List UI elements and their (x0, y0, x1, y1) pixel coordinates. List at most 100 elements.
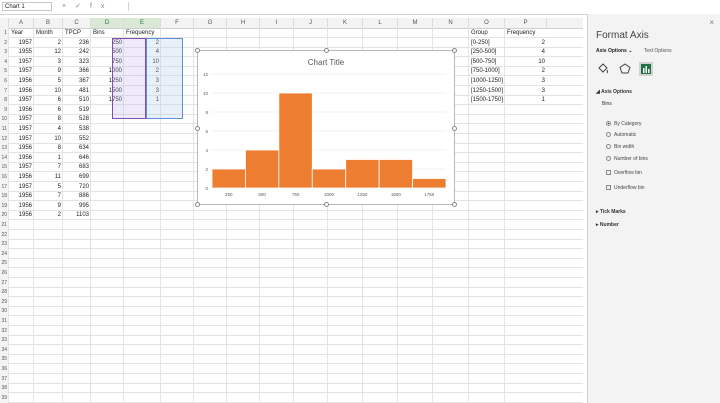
select-all-corner[interactable] (0, 18, 9, 28)
axis-options-icon[interactable] (639, 62, 654, 76)
group-frequency-cell[interactable]: 1 (505, 95, 547, 105)
histogram-bar[interactable] (378, 159, 413, 189)
data-cell[interactable]: 1956 (9, 201, 34, 211)
data-cell[interactable]: 1103 (63, 210, 91, 220)
data-cell[interactable]: 5 (34, 76, 63, 86)
header-cell[interactable]: Frequency (505, 28, 547, 38)
data-cell[interactable]: 5 (34, 182, 63, 192)
data-cell[interactable]: 7 (34, 162, 63, 172)
column-header-j[interactable]: J (294, 18, 328, 28)
data-cell[interactable]: 8 (34, 114, 63, 124)
section-axis-options[interactable]: ◢ Axis Options (596, 89, 632, 95)
resize-handle-bottom-right[interactable] (452, 202, 457, 207)
resize-handle-right[interactable] (452, 126, 457, 131)
resize-handle-bottom[interactable] (324, 202, 329, 207)
header-cell[interactable]: Year (9, 28, 34, 38)
data-cell[interactable]: 1956 (9, 210, 34, 220)
column-header-h[interactable]: H (227, 18, 260, 28)
data-cell[interactable]: 1956 (9, 172, 34, 182)
data-cell[interactable]: 367 (63, 76, 91, 86)
column-header-f[interactable]: F (161, 18, 194, 28)
data-cell[interactable]: 646 (63, 153, 91, 163)
data-cell[interactable]: 12 (34, 47, 63, 57)
data-cell[interactable]: 1957 (9, 95, 34, 105)
data-cell[interactable]: 634 (63, 143, 91, 153)
data-cell[interactable]: 242 (63, 47, 91, 57)
close-icon[interactable]: × (709, 18, 714, 27)
resize-handle-top-right[interactable] (452, 48, 457, 53)
data-cell[interactable]: 886 (63, 191, 91, 201)
tab-axis-options[interactable]: Axis Options ⌄ (596, 48, 632, 54)
column-header-a[interactable]: A (9, 18, 34, 28)
data-cell[interactable]: 1957 (9, 38, 34, 48)
group-cell[interactable]: [0-250] (469, 38, 505, 48)
column-header-o[interactable]: O (469, 18, 505, 28)
column-header-n[interactable]: N (433, 18, 469, 28)
header-cell[interactable]: Group (469, 28, 505, 38)
data-cell[interactable]: 528 (63, 114, 91, 124)
group-cell[interactable]: [500-750] (469, 57, 505, 67)
radio-automatic[interactable]: Automatic (606, 132, 636, 138)
column-header-l[interactable]: L (363, 18, 398, 28)
data-cell[interactable]: 519 (63, 105, 91, 115)
histogram-bar[interactable] (311, 168, 347, 189)
radio-number-of-bins[interactable]: Number of bins (606, 156, 648, 162)
column-header-k[interactable]: K (328, 18, 363, 28)
data-cell[interactable]: 8 (34, 143, 63, 153)
data-cell[interactable]: 10 (34, 134, 63, 144)
data-cell[interactable]: 1957 (9, 182, 34, 192)
group-frequency-cell[interactable]: 2 (505, 38, 547, 48)
histogram-chart[interactable]: Chart Title 0 2 4 6 8 10 12 250 500 750 1000 1250 1… (195, 48, 457, 207)
fill-line-icon[interactable] (596, 62, 610, 76)
data-cell[interactable]: 1957 (9, 66, 34, 76)
column-header-m[interactable]: M (398, 18, 433, 28)
data-cell[interactable]: 1957 (9, 114, 34, 124)
data-cell[interactable]: 7 (34, 191, 63, 201)
data-cell[interactable]: 4 (34, 124, 63, 134)
histogram-bar[interactable] (278, 92, 313, 189)
group-cell[interactable]: [1250-1500] (469, 86, 505, 96)
check-underflow-bin[interactable]: Underflow bin (606, 185, 645, 191)
effects-icon[interactable] (618, 62, 632, 76)
data-cell[interactable]: 720 (63, 182, 91, 192)
data-cell[interactable]: 995 (63, 201, 91, 211)
data-cell[interactable]: 236 (63, 38, 91, 48)
column-header-e[interactable]: E (124, 18, 161, 28)
enter-icon[interactable]: ✓ (75, 3, 90, 10)
data-cell[interactable]: 683 (63, 162, 91, 172)
group-frequency-cell[interactable]: 10 (505, 57, 547, 67)
group-cell[interactable]: [1500-1750] (469, 95, 505, 105)
data-cell[interactable]: 6 (34, 105, 63, 115)
data-cell[interactable]: 11 (34, 172, 63, 182)
group-frequency-cell[interactable]: 4 (505, 47, 547, 57)
data-cell[interactable]: 510 (63, 95, 91, 105)
name-box[interactable]: Chart 1 (2, 2, 52, 11)
data-cell[interactable]: 6 (34, 95, 63, 105)
resize-handle-top[interactable] (324, 48, 329, 53)
data-cell[interactable]: 2 (34, 210, 63, 220)
group-frequency-cell[interactable]: 3 (505, 86, 547, 96)
section-number[interactable]: ▸ Number (596, 222, 619, 228)
resize-handle-bottom-left[interactable] (195, 202, 200, 207)
data-cell[interactable]: 1956 (9, 191, 34, 201)
data-cell[interactable]: 1957 (9, 124, 34, 134)
data-cell[interactable]: 1 (34, 153, 63, 163)
check-overflow-bin[interactable]: Overflow bin (606, 170, 642, 176)
column-header-c[interactable]: C (63, 18, 91, 28)
data-cell[interactable]: 323 (63, 57, 91, 67)
histogram-bar[interactable] (345, 159, 380, 189)
data-cell[interactable]: 552 (63, 134, 91, 144)
data-cell[interactable]: 1957 (9, 134, 34, 144)
cancel-icon[interactable]: × (62, 3, 75, 10)
chart-title[interactable]: Chart Title (308, 58, 345, 67)
data-cell[interactable]: 1956 (9, 76, 34, 86)
group-frequency-cell[interactable]: 3 (505, 76, 547, 86)
data-cell[interactable]: 538 (63, 124, 91, 134)
data-cell[interactable]: 1957 (9, 57, 34, 67)
data-cell[interactable]: 2 (34, 38, 63, 48)
histogram-bar[interactable] (211, 168, 246, 189)
column-header-b[interactable]: B (34, 18, 63, 28)
header-cell[interactable]: Bins (91, 28, 124, 38)
data-cell[interactable]: 1956 (9, 105, 34, 115)
data-cell[interactable]: 366 (63, 66, 91, 76)
